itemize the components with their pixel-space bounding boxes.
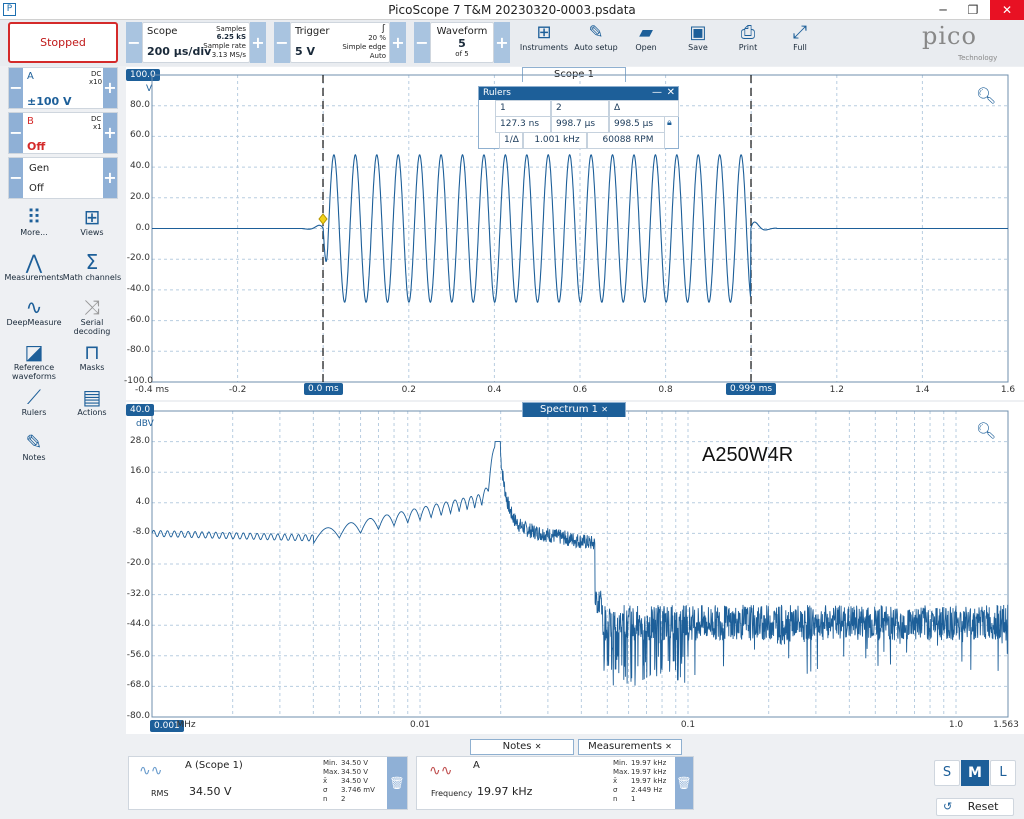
measurement-rms-value: 34.50 V [189,785,232,798]
rulers-frequency: 1.001 kHz [523,132,587,149]
spectrum-xtick: 0.1 [680,720,696,730]
rulers-col-delta: Δ [609,100,679,117]
scope-xtick: -0.2 [228,385,247,395]
spectrum-ytick: -56.0 [126,649,150,660]
measurement-rms-type: RMS [151,789,169,798]
spectrum-axis-max-badge[interactable]: 40.0 [126,404,155,416]
frequency-wave-icon: ∿∿ [429,763,453,779]
tab-measurements-label: Measurements [588,741,662,752]
tab-spectrum-1[interactable]: Spectrum 1 ✕ [522,402,626,417]
m1-stats-labels: Min. Max. x̄ σ n [323,759,340,803]
trigger-marker-icon [318,213,328,225]
trash-icon[interactable]: 🗑︎ [675,757,693,809]
tab-spectrum-1-label: Spectrum 1 [540,404,599,415]
size-small-button[interactable]: S [934,760,960,786]
spectrum-ytick: -80.0 [126,711,150,721]
measurements-close-icon[interactable]: ✕ [665,742,672,751]
spectrum-xtick: 1.563 [993,720,1019,730]
scope-ytick: 20.0 [129,191,150,202]
spectrum-ytick: 28.0 [129,435,150,446]
rulers-inverse-label: 1/Δ [499,132,523,149]
lock-icon[interactable]: 🔒︎ [667,118,672,128]
m2-stats-labels: Min. Max. x̄ σ n [613,759,630,803]
spectrum-annotation: A250W4R [702,444,794,466]
scope-xtick: 0.6 [572,385,588,395]
size-large-button[interactable]: L [990,760,1016,786]
scope-xtick: 1.6 [1000,385,1016,395]
rulers-col1: 1 [495,100,551,117]
rulers-value-2: 998.7 µs [551,116,609,133]
scope-ytick: -80.0 [126,345,150,356]
scope-ytick: 0.0 [135,222,150,233]
measurement-frequency-type: Frequency [431,789,473,798]
scope-ytick: -20.0 [126,253,150,264]
scope-xtick: -0.4 ms [135,385,169,395]
spectrum-ytick: -32.0 [126,588,150,599]
rulers-value-delta: 998.5 µs [609,116,665,133]
spectrum-ytick: -44.0 [126,619,150,630]
m1-stats-values: 34.50 V 34.50 V 34.50 V 3.746 mV 2 [341,759,375,803]
measurement-frequency[interactable]: ∿∿ Frequency A 19.97 kHz Min. Max. x̄ σ n 19… [416,756,694,810]
rulers-panel[interactable]: Rulers — ✕ 1 2 Δ 127.3 ns 998.7 µs 998.5… [478,86,679,149]
measurement-frequency-channel: A [473,760,480,771]
trash-icon[interactable]: 🗑︎ [387,757,407,809]
spectrum-ytick: -20.0 [126,558,150,568]
measurement-rms[interactable]: ∿∿ RMS A (Scope 1) 34.50 V Min. Max. x̄ σ n … [128,756,408,810]
rulers-col2: 2 [551,100,609,117]
ruler-2-badge[interactable]: 0.999 ms [726,383,777,395]
scope-xtick: 0.2 [401,385,416,395]
scope-ytick: 80.0 [129,99,150,110]
rms-wave-icon: ∿∿ [139,763,163,779]
tab-notes[interactable]: Notes ✕ [470,739,574,755]
scope-xtick: 0.4 [487,385,502,395]
minimize-icon[interactable]: — [652,87,662,98]
spectrum-x-unit: MHz [176,720,196,730]
scope-ytick: 40.0 [129,161,150,172]
size-medium-button[interactable]: M [961,760,989,786]
scope-xtick: 1.4 [915,385,930,395]
tab-notes-label: Notes [502,741,532,752]
spectrum-ytick: -8.0 [132,527,150,538]
scope-xtick: 1.2 [829,385,844,395]
close-icon[interactable]: ✕ [667,87,675,98]
reset-label: Reset [967,800,999,813]
spectrum-zoom-icon[interactable]: 🔍︎ [976,421,996,440]
scope-ytick: -40.0 [126,283,150,294]
m2-stats-values: 19.97 kHz 19.97 kHz 19.97 kHz 2.449 Hz 1 [631,759,667,803]
ruler-1-badge[interactable]: 0.0 ms [304,383,343,395]
tab-measurements[interactable]: Measurements ✕ [578,739,682,755]
rulers-value-1: 127.3 ns [495,116,551,133]
reset-icon: ↺ [943,800,953,813]
notes-close-icon[interactable]: ✕ [535,742,542,751]
measurement-frequency-value: 19.97 kHz [477,785,533,798]
spectrum-ytick: 16.0 [129,466,150,477]
reset-button[interactable]: ↺ Reset [936,798,1014,816]
tab-close-icon[interactable]: ✕ [601,405,608,414]
rulers-header: Rulers [479,87,678,100]
spectrum-ytick: 4.0 [135,496,150,507]
scope-ytick: 60.0 [129,130,150,141]
rulers-rpm: 60088 RPM [587,132,665,149]
spectrum-xtick: 0.01 [409,720,431,730]
spectrum-unit: dBV [136,419,154,429]
scope-xtick: 0.8 [658,385,673,395]
measurement-rms-channel: A (Scope 1) [185,760,243,771]
spectrum-xtick: 1.0 [948,720,964,730]
spectrum-ytick: -68.0 [126,680,150,691]
scope-ytick: -60.0 [126,314,150,325]
rulers-title: Rulers [483,88,511,98]
